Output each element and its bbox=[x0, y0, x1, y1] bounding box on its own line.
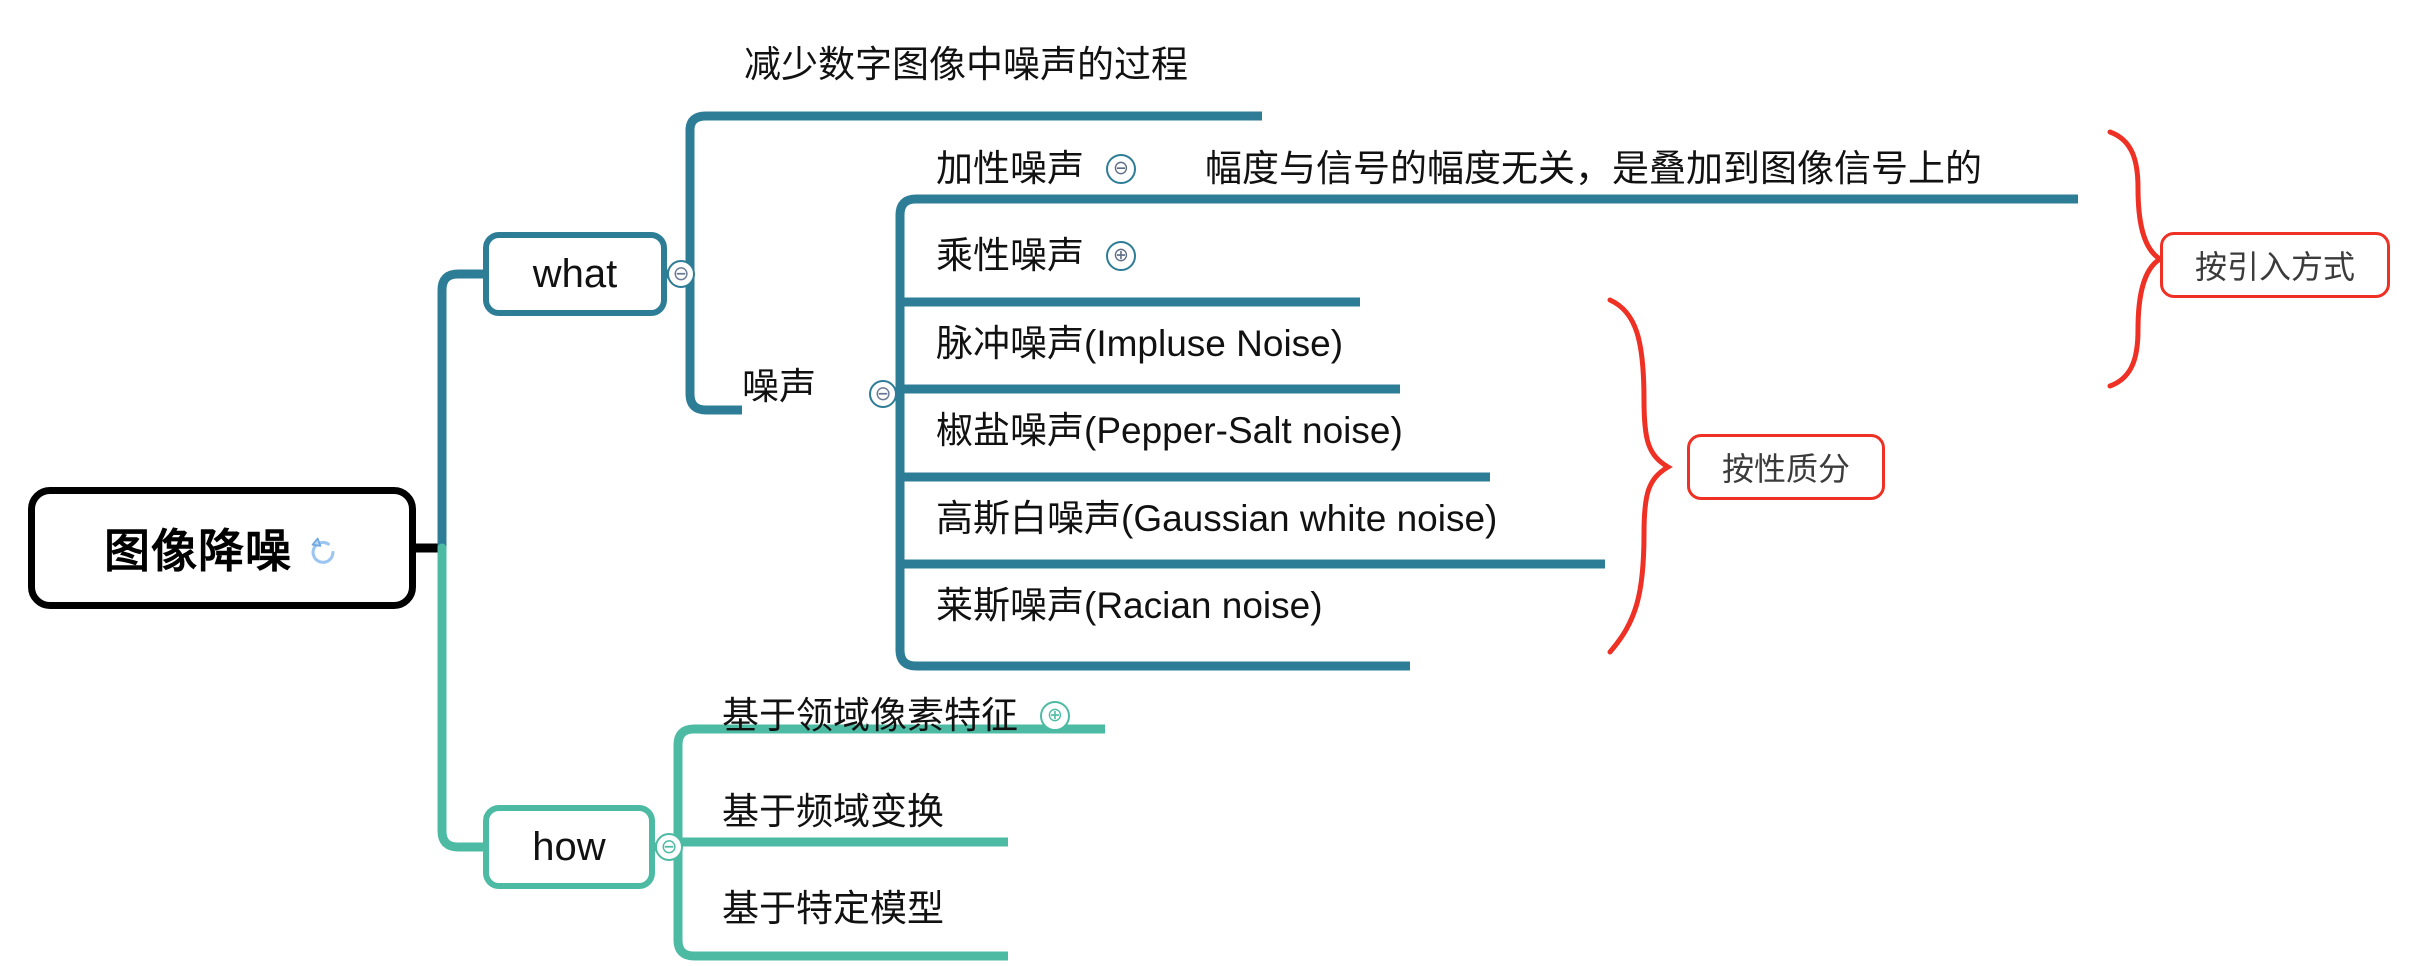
branch-node-how[interactable]: how bbox=[483, 805, 655, 889]
node-neighborhood-pixel-feature[interactable]: 基于领域像素特征 ⊕ bbox=[722, 697, 1070, 734]
branch-node-what[interactable]: what bbox=[483, 232, 667, 316]
node-multiplicative-noise[interactable]: 乘性噪声 ⊕ bbox=[936, 237, 1136, 274]
minus-circle-icon: ⊖ bbox=[1113, 158, 1129, 179]
node-multiplicative-noise-label: 乘性噪声 bbox=[936, 235, 1084, 276]
node-definition[interactable]: 减少数字图像中噪声的过程 bbox=[744, 46, 1188, 83]
node-pepper-salt-noise-label: 椒盐噪声(Pepper-Salt noise) bbox=[936, 410, 1403, 451]
node-additive-noise-detail-label: 幅度与信号的幅度无关，是叠加到图像信号上的 bbox=[1205, 148, 1982, 189]
collapse-toggle-noise[interactable]: ⊖ bbox=[869, 380, 897, 408]
collapse-toggle-what[interactable]: ⊖ bbox=[667, 260, 695, 288]
node-frequency-domain-transform[interactable]: 基于频域变换 bbox=[722, 793, 944, 830]
node-specific-model-label: 基于特定模型 bbox=[722, 888, 944, 929]
refresh-arrow-icon[interactable] bbox=[306, 534, 340, 568]
node-specific-model[interactable]: 基于特定模型 bbox=[722, 890, 944, 927]
minus-circle-icon: ⊖ bbox=[874, 383, 892, 405]
root-node[interactable]: 图像降噪 bbox=[28, 487, 416, 609]
root-label: 图像降噪 bbox=[104, 525, 292, 577]
annotation-by-nature-label: 按性质分 bbox=[1721, 451, 1850, 487]
collapse-toggle-additive-noise[interactable]: ⊖ bbox=[1106, 153, 1136, 184]
minus-circle-icon: ⊖ bbox=[660, 836, 678, 858]
node-gaussian-white-noise-label: 高斯白噪声(Gaussian white noise) bbox=[936, 498, 1498, 539]
node-rician-noise[interactable]: 莱斯噪声(Racian noise) bbox=[936, 587, 1323, 624]
branch-label-what: what bbox=[532, 251, 618, 296]
node-additive-noise-detail[interactable]: 幅度与信号的幅度无关，是叠加到图像信号上的 bbox=[1205, 150, 1982, 187]
brace-introduction-method bbox=[2107, 129, 2165, 389]
node-definition-label: 减少数字图像中噪声的过程 bbox=[744, 44, 1188, 85]
connector-lines bbox=[416, 111, 2165, 961]
plus-circle-icon: ⊕ bbox=[1047, 705, 1063, 726]
expand-toggle-neighborhood-pixel-feature[interactable]: ⊕ bbox=[1040, 700, 1070, 731]
node-additive-noise[interactable]: 加性噪声 ⊖ bbox=[936, 150, 1136, 187]
node-noise[interactable]: 噪声 bbox=[742, 368, 816, 405]
annotation-by-introduction-method[interactable]: 按引入方式 bbox=[2160, 232, 2390, 298]
plus-circle-icon: ⊕ bbox=[1113, 245, 1129, 266]
annotation-by-introduction-method-label: 按引入方式 bbox=[2194, 249, 2355, 285]
mindmap-canvas: 图像降噪 what ⊖ 减少数字图像中噪声的过程 噪声 ⊖ 加性噪声 ⊖ 幅度与… bbox=[0, 0, 2424, 966]
node-rician-noise-label: 莱斯噪声(Racian noise) bbox=[936, 585, 1323, 626]
collapse-toggle-how[interactable]: ⊖ bbox=[655, 833, 683, 861]
node-additive-noise-label: 加性噪声 bbox=[936, 148, 1084, 189]
minus-circle-icon: ⊖ bbox=[672, 263, 690, 285]
node-gaussian-white-noise[interactable]: 高斯白噪声(Gaussian white noise) bbox=[936, 500, 1497, 537]
node-impulse-noise-label: 脉冲噪声(Impluse Noise) bbox=[936, 323, 1344, 364]
node-frequency-domain-transform-label: 基于频域变换 bbox=[722, 791, 944, 832]
branch-label-how: how bbox=[532, 824, 606, 869]
node-noise-label: 噪声 bbox=[742, 366, 816, 407]
expand-toggle-multiplicative-noise[interactable]: ⊕ bbox=[1106, 240, 1136, 271]
node-impulse-noise[interactable]: 脉冲噪声(Impluse Noise) bbox=[936, 325, 1343, 362]
node-neighborhood-pixel-feature-label: 基于领域像素特征 bbox=[722, 695, 1018, 736]
annotation-by-nature[interactable]: 按性质分 bbox=[1687, 434, 1885, 500]
node-pepper-salt-noise[interactable]: 椒盐噪声(Pepper-Salt noise) bbox=[936, 412, 1403, 449]
brace-nature bbox=[1607, 297, 1673, 655]
